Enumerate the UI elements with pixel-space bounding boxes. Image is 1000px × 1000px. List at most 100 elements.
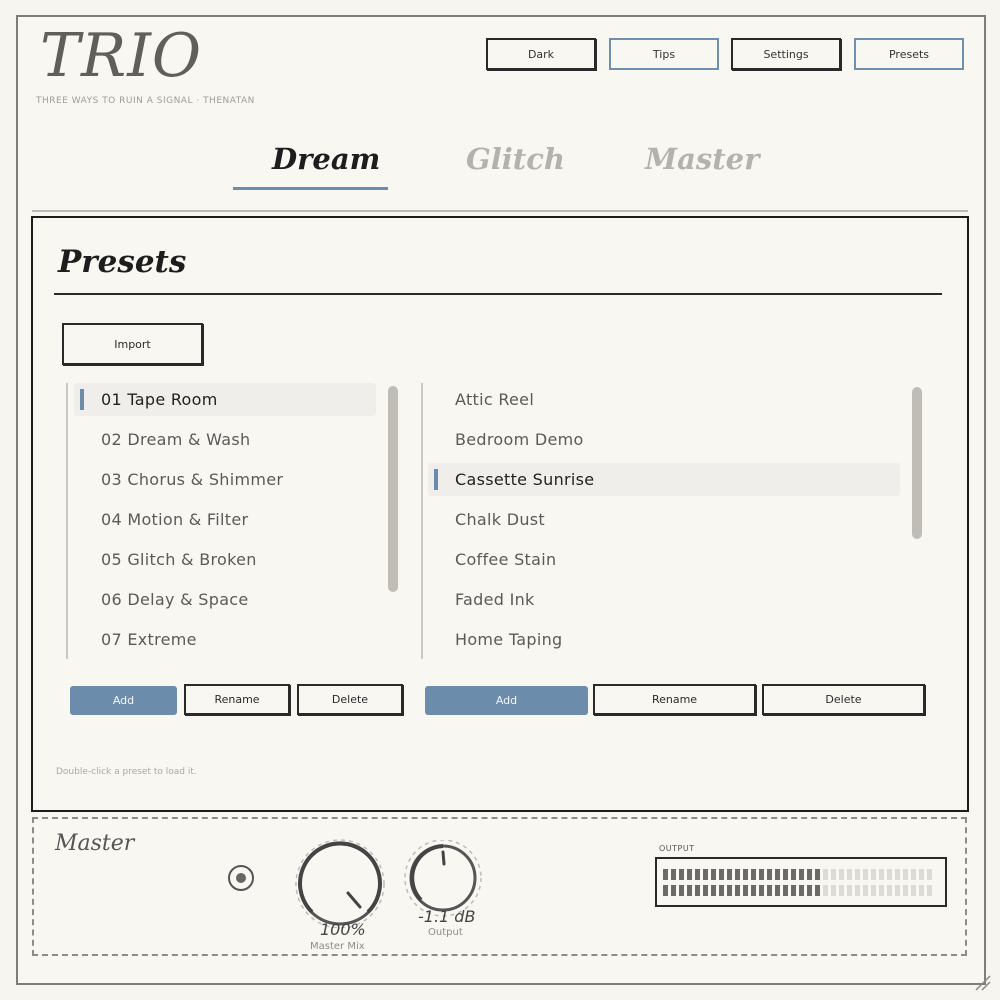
bypass-toggle[interactable] [228,865,254,891]
preset-item[interactable]: Bedroom Demo [428,423,900,456]
meter-segment [783,869,788,880]
meter-segment [823,869,828,880]
meter-segment [703,869,708,880]
meter-segment [687,885,692,896]
output-gain-value: -1.1 dB [418,907,476,926]
meter-segment [735,869,740,880]
category-scrollbar[interactable] [388,386,398,592]
app-tagline: THREE WAYS TO RUIN A SIGNAL · THENATAN [36,96,255,106]
meter-segment [919,885,924,896]
meter-segment [719,885,724,896]
category-item[interactable]: 05 Glitch & Broken [74,543,376,576]
preset-item-label: Home Taping [455,630,563,649]
tab-master[interactable]: Master [645,142,759,176]
selection-marker [434,469,438,490]
tips-button[interactable]: Tips [609,38,719,70]
add-preset-button[interactable]: Add [425,686,588,715]
meter-segment [671,885,676,896]
dark-mode-button[interactable]: Dark [486,38,596,70]
presets-button[interactable]: Presets [854,38,964,70]
meter-segment [727,885,732,896]
master-mix-label: Master Mix [310,941,365,952]
settings-button[interactable]: Settings [731,38,841,70]
category-item-label: 05 Glitch & Broken [101,550,257,569]
category-item[interactable]: 04 Motion & Filter [74,503,376,536]
meter-segment [767,869,772,880]
meter-segment [791,885,796,896]
category-item-label: 01 Tape Room [101,390,218,409]
preset-scrollbar[interactable] [912,387,922,539]
meter-segment [831,869,836,880]
category-item[interactable]: 06 Delay & Space [74,583,376,616]
meter-segment [823,885,828,896]
header-divider [32,210,968,212]
rename-preset-button[interactable]: Rename [593,684,756,715]
meter-segment [887,885,892,896]
meter-segment [807,885,812,896]
meter-segment [911,885,916,896]
meter-segment [799,869,804,880]
tab-glitch[interactable]: Glitch [466,142,565,176]
meter-segment [759,885,764,896]
add-category-button[interactable]: Add [70,686,177,715]
meter-segment [679,869,684,880]
category-list-border [66,383,68,659]
preset-item-label: Coffee Stain [455,550,557,569]
rename-category-button[interactable]: Rename [184,684,290,715]
meter-segment [775,885,780,896]
resize-grip-icon[interactable] [974,974,992,992]
meter-segment [687,869,692,880]
meter-segment [911,869,916,880]
meter-segment [719,869,724,880]
meter-segment [863,869,868,880]
meter-segment [839,869,844,880]
master-title: Master [55,831,135,856]
meter-segment [735,885,740,896]
meter-segment [727,869,732,880]
delete-preset-button[interactable]: Delete [762,684,925,715]
meter-segment [927,869,932,880]
preset-item[interactable]: Attic Reel [428,383,900,416]
meter-segment [695,869,700,880]
meter-segment [863,885,868,896]
panel-hint: Double-click a preset to load it. [56,767,197,777]
meter-segment [703,885,708,896]
meter-segment [847,869,852,880]
meter-segment [855,885,860,896]
preset-item-label: Cassette Sunrise [455,470,595,489]
master-mix-knob[interactable] [292,838,392,928]
category-item-label: 03 Chorus & Shimmer [101,470,284,489]
category-item[interactable]: 02 Dream & Wash [74,423,376,456]
preset-item-label: Faded Ink [455,590,535,609]
meter-segment [815,869,820,880]
meter-segment [663,885,668,896]
master-mix-value: 100% [320,920,366,939]
preset-item[interactable]: Cassette Sunrise [428,463,900,496]
meter-segment [879,869,884,880]
preset-item[interactable]: Coffee Stain [428,543,900,576]
category-item[interactable]: 07 Extreme [74,623,376,656]
tab-dream[interactable]: Dream [272,142,380,176]
category-item[interactable]: 01 Tape Room [74,383,376,416]
meter-segment [663,869,668,880]
preset-item-label: Attic Reel [455,390,535,409]
category-item[interactable]: 03 Chorus & Shimmer [74,463,376,496]
preset-item[interactable]: Home Taping [428,623,900,656]
meter-segment [807,869,812,880]
preset-item[interactable]: Faded Ink [428,583,900,616]
meter-segment [887,869,892,880]
meter-segment [831,885,836,896]
meter-segment [879,885,884,896]
meter-segment [679,885,684,896]
meter-segment [783,885,788,896]
preset-item-label: Chalk Dust [455,510,545,529]
delete-category-button[interactable]: Delete [297,684,403,715]
preset-item[interactable]: Chalk Dust [428,503,900,536]
import-button[interactable]: Import [62,323,203,365]
meter-segment [903,869,908,880]
meter-segment [799,885,804,896]
meter-segment [743,869,748,880]
meter-segment [711,885,716,896]
active-tab-indicator [233,187,388,190]
meter-segment [895,885,900,896]
